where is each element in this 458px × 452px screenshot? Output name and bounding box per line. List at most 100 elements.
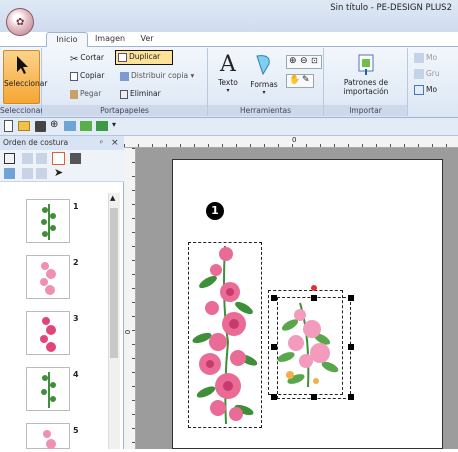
title-bar: Sin título - PE-DESIGN PLUS2 — [0, 0, 458, 32]
vine-leaves-icon — [41, 204, 56, 240]
thumbnail-5[interactable] — [26, 423, 70, 449]
paste-button[interactable]: Pegar — [70, 87, 101, 100]
rotation-handle[interactable] — [311, 285, 317, 291]
quick-access-toolbar: ⊕ ▾ — [0, 118, 458, 136]
selection-handle[interactable] — [348, 344, 354, 350]
zoom-in-icon: ⊕ — [289, 56, 297, 66]
delete-label: Eliminar — [130, 89, 161, 98]
close-icon[interactable]: × — [111, 136, 119, 150]
rose-pattern-copy-icon[interactable] — [270, 295, 350, 395]
group-label-seleccionar: Seleccionar — [0, 105, 44, 116]
selection-handle[interactable] — [311, 295, 317, 301]
distribute-icon — [120, 71, 129, 81]
thumbnail-2[interactable] — [26, 255, 70, 299]
pink-flowers-icon — [40, 317, 56, 352]
zoom-fit-icon: ⊡ — [311, 56, 318, 65]
select-button[interactable]: Seleccionar — [3, 50, 48, 104]
qat-dropdown-icon[interactable]: ▾ — [112, 120, 116, 129]
open-icon[interactable] — [18, 121, 30, 131]
cut-button[interactable]: ✂ Cortar — [70, 51, 104, 65]
new-icon[interactable] — [4, 120, 13, 132]
duplicate-button[interactable]: Duplicar — [115, 50, 173, 65]
edit-icon[interactable] — [96, 121, 108, 131]
align-icon — [414, 85, 424, 95]
scroll-up-icon[interactable]: ▲ — [110, 194, 115, 202]
thumbnail-4[interactable] — [26, 367, 70, 411]
group-label-portapapeles: Portapapeles — [42, 105, 207, 116]
thumbnail-1[interactable] — [26, 199, 70, 243]
preview-icon[interactable] — [64, 121, 76, 131]
window-title: Sin título - PE-DESIGN PLUS2 — [330, 3, 452, 13]
sort-down-icon[interactable] — [36, 153, 47, 164]
group-label-herramientas: Herramientas — [208, 105, 323, 116]
hand-icon: ✋ — [289, 75, 301, 85]
copy-label: Copiar — [80, 71, 105, 80]
cut-label: Cortar — [80, 53, 104, 62]
thumbnail-number: 5 — [73, 426, 79, 435]
selection-handle[interactable] — [311, 394, 317, 400]
save-icon[interactable] — [35, 121, 46, 132]
tab-inicio[interactable]: Inicio — [46, 32, 88, 47]
duplicate-icon — [118, 52, 127, 62]
copy-button[interactable]: Copiar — [70, 69, 104, 82]
text-a-icon: A — [220, 52, 236, 77]
select-label: Seleccionar — [4, 79, 48, 88]
panel-scroll-thumb[interactable] — [110, 208, 118, 358]
thumbnail-number: 2 — [73, 258, 79, 267]
rose-pattern-original-icon[interactable] — [188, 242, 262, 428]
zoom-icon[interactable]: ⊕ — [50, 119, 58, 130]
tab-ver[interactable]: Ver — [134, 32, 160, 46]
vertical-ruler: 0 — [124, 148, 136, 449]
cursor-arrow-icon — [16, 56, 28, 74]
paste-label: Pegar — [80, 89, 102, 98]
selection-handle[interactable] — [271, 394, 277, 400]
import-patterns-button[interactable]: Patrones de importación — [328, 52, 404, 96]
scissors-icon: ✂ — [70, 54, 79, 65]
shapes-icon — [256, 55, 270, 76]
selection-handle[interactable] — [271, 295, 277, 301]
stop-icon[interactable] — [70, 153, 81, 164]
group-icon — [414, 69, 424, 79]
panel-title: Orden de costura ᵖ × — [0, 136, 124, 150]
selection-handle[interactable] — [348, 394, 354, 400]
pin-icon[interactable]: ᵖ — [100, 136, 103, 150]
selection-handle[interactable] — [348, 295, 354, 301]
thumbnail-number: 4 — [73, 370, 79, 379]
horizontal-ruler: 0 — [124, 136, 458, 148]
pencil-icon: ✎ — [302, 75, 310, 85]
partial-item-1[interactable]: Mo — [414, 51, 437, 64]
delete-button[interactable]: Eliminar — [120, 87, 161, 100]
thumbnail-3[interactable] — [26, 311, 70, 355]
distribute-label: Distribuir copia — [131, 71, 189, 80]
tab-imagen[interactable]: Imagen — [90, 32, 130, 46]
duplicate-label: Duplicar — [129, 52, 161, 61]
split-icon[interactable] — [36, 168, 47, 179]
transfer-icon[interactable] — [80, 121, 92, 131]
partial-item-3[interactable]: Mo — [414, 83, 437, 96]
color-icon[interactable] — [52, 152, 65, 165]
thumbnail-number: 1 — [73, 202, 79, 211]
copy-icon — [70, 71, 78, 81]
text-button[interactable]: A Texto ▾ — [213, 52, 243, 94]
merge-icon[interactable] — [22, 168, 33, 179]
shapes-button[interactable]: Formas ▾ — [246, 52, 282, 96]
sort-up-icon[interactable] — [22, 153, 33, 164]
app-orb-icon: ✿ — [16, 17, 25, 28]
selection-handle[interactable] — [271, 344, 277, 350]
panel-cursor-icon[interactable]: ➤ — [54, 166, 63, 179]
partial-item-2[interactable]: Gru — [414, 67, 440, 80]
shapes-label: Formas — [250, 80, 278, 89]
view-icon[interactable] — [4, 168, 15, 179]
import-label-2: importación — [343, 87, 389, 96]
zoom-buttons[interactable]: ⊕ ⊖ ⊡ — [286, 55, 322, 69]
frame-icon[interactable] — [4, 153, 15, 164]
thumbnail-number: 3 — [73, 314, 79, 323]
hand-tools[interactable]: ✋ ✎ — [286, 74, 314, 88]
distribute-copy-button[interactable]: Distribuir copia ▾ — [120, 69, 194, 82]
import-label-1: Patrones de — [343, 78, 389, 87]
vine-leaves-icon — [41, 372, 56, 408]
move-icon — [414, 53, 424, 63]
import-pattern-icon — [358, 54, 374, 75]
step-number-badge: 1 — [206, 202, 224, 220]
application-menu-button[interactable]: ✿ — [6, 8, 34, 36]
